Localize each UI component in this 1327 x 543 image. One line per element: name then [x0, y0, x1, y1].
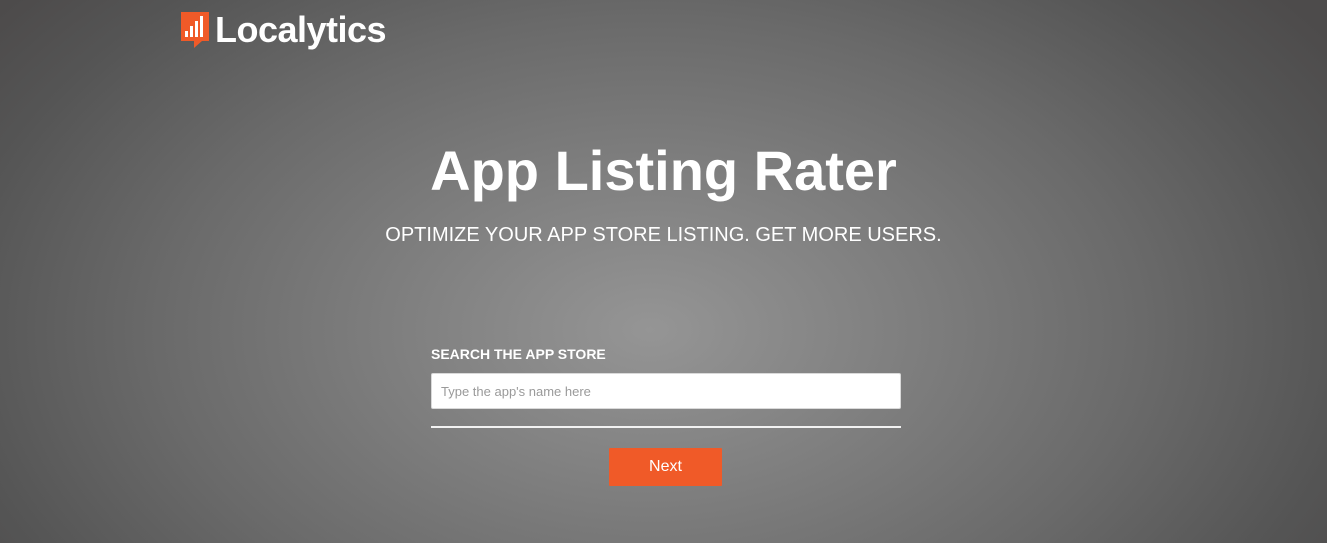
search-label: SEARCH THE APP STORE: [431, 346, 606, 362]
form-divider: [431, 426, 901, 428]
page-subtitle: OPTIMIZE YOUR APP STORE LISTING. GET MOR…: [385, 224, 942, 246]
logo-wordmark: Localytics: [215, 9, 387, 50]
next-button[interactable]: Next: [609, 448, 722, 486]
page-title: App Listing Rater: [430, 139, 897, 202]
app-search-input[interactable]: [431, 373, 901, 409]
localytics-logo[interactable]: Localytics: [181, 9, 387, 50]
logo-bar-chart-icon: [181, 12, 209, 48]
